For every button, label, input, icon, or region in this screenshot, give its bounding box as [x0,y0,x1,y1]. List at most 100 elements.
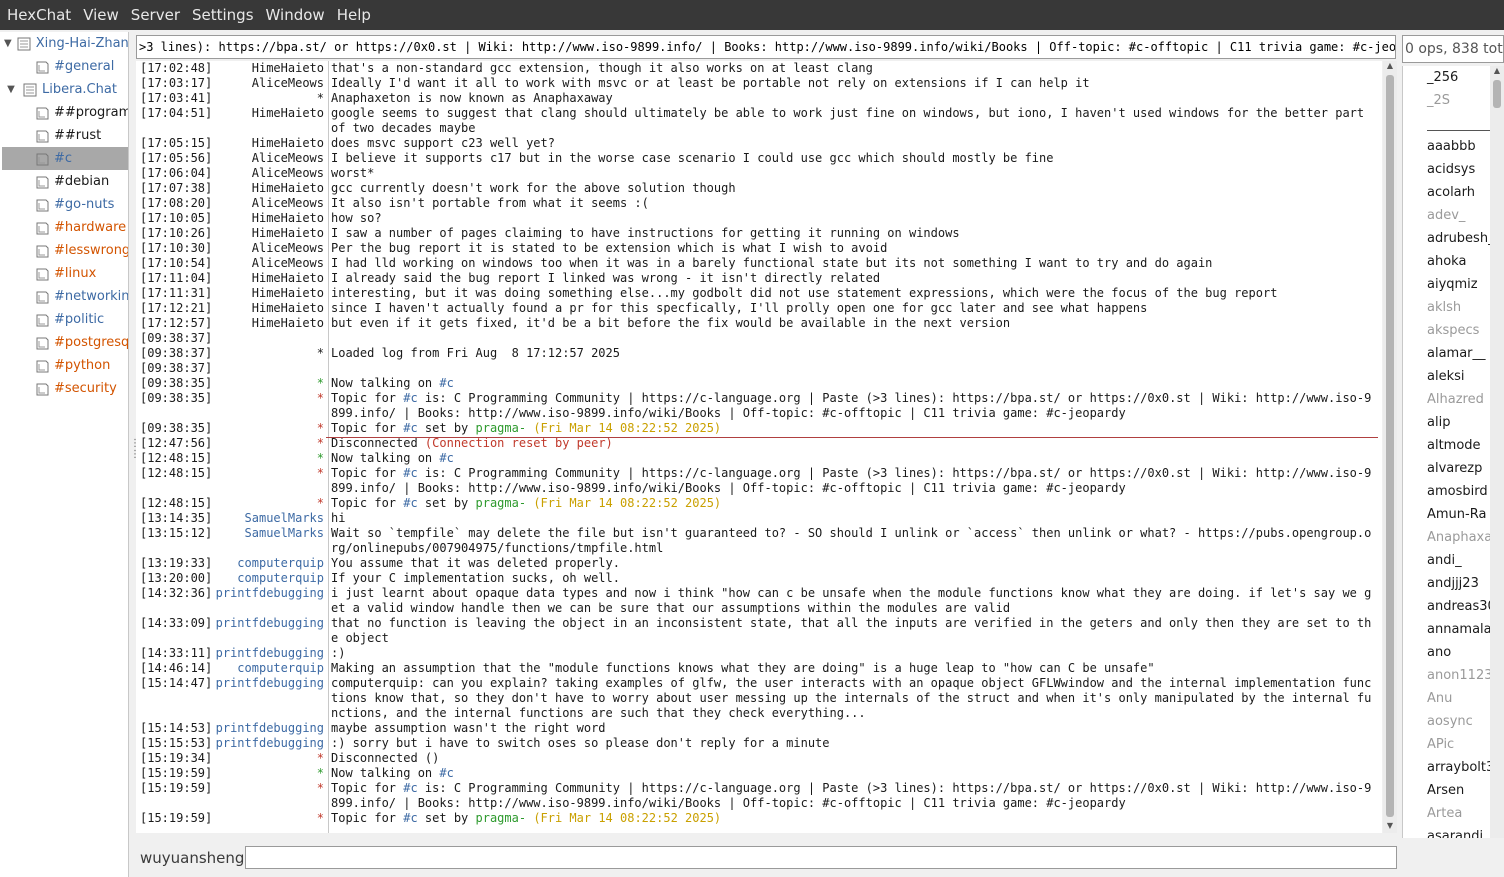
user-list-item[interactable]: acidsys [1427,162,1475,177]
nick-button[interactable]: wuyuansheng [140,849,244,867]
menu-settings[interactable]: Settings [192,6,254,24]
message-nick[interactable]: * [212,496,326,511]
message-nick[interactable]: AliceMeows [212,76,326,91]
channel-item[interactable]: #hardware [2,216,128,239]
user-list-item[interactable]: altmode [1427,438,1481,453]
message-nick[interactable]: printfdebugging [212,616,326,646]
topic-bar[interactable]: >3 lines): https://bpa.st/ or https://0x… [136,35,1396,59]
channel-item[interactable]: #python [2,354,128,377]
message-nick[interactable]: AliceMeows [212,241,326,256]
menu-view[interactable]: View [83,6,119,24]
message-nick[interactable]: SamuelMarks [212,526,326,556]
menu-hexchat[interactable]: HexChat [7,6,71,24]
message-nick[interactable]: HimeHaieto [212,211,326,226]
user-list-item[interactable]: anon1123 [1427,668,1490,683]
menu-help[interactable]: Help [337,6,371,24]
left-pane-handle-icon[interactable]: ⋮ ⋮ [130,438,140,460]
user-list-item[interactable]: akspecs [1427,323,1479,338]
chat-log[interactable]: [17:02:48] HimeHaieto that's a non-standar… [136,61,1382,833]
channel-item[interactable]: #security [2,377,128,400]
message-nick[interactable]: computerquip [212,571,326,586]
message-nick[interactable]: * [212,451,326,466]
message-nick[interactable] [212,361,326,376]
user-list-item[interactable]: arraybolt3 [1427,760,1490,775]
network-item[interactable]: ▼ Xing-Hai-Zhan [2,32,128,55]
message-nick[interactable]: * [212,421,326,436]
message-nick[interactable]: * [212,376,326,391]
channel-item[interactable]: #debian [2,170,128,193]
channel-item[interactable]: ##programming [2,101,128,124]
message-nick[interactable]: HimeHaieto [212,136,326,151]
message-input[interactable] [245,846,1397,869]
expand-arrow-icon[interactable]: ▼ [4,84,18,95]
user-list-item[interactable]: Anu [1427,691,1452,706]
user-list-item[interactable]: alvarezp [1427,461,1482,476]
user-list-item[interactable]: alip [1427,415,1450,430]
user-list-item[interactable]: Alhazred [1427,392,1484,407]
channel-item[interactable]: #linux [2,262,128,285]
channel-item[interactable]: #postgresql [2,331,128,354]
message-nick[interactable]: SamuelMarks [212,511,326,526]
user-list-item[interactable]: annamalai [1427,622,1490,637]
user-list-item[interactable]: andreas303 [1427,599,1490,614]
user-list-item[interactable]: aiyqmiz [1427,277,1478,292]
channel-item[interactable]: #c [2,147,128,170]
message-nick[interactable]: * [212,781,326,811]
message-nick[interactable]: printfdebugging [212,676,326,721]
message-nick[interactable]: AliceMeows [212,151,326,166]
scroll-down-arrow-icon[interactable]: ▼ [1383,821,1397,833]
userlist-scrollbar[interactable]: ▲ ▼ [1490,66,1504,856]
channel-item[interactable]: #lesswrong [2,239,128,262]
user-list-item[interactable]: aleksi [1427,369,1465,384]
network-item[interactable]: ▼ Libera.Chat [2,78,128,101]
user-list-item[interactable]: alamar__ [1427,346,1486,361]
message-nick[interactable]: * [212,766,326,781]
message-nick[interactable]: printfdebugging [212,736,326,751]
message-nick[interactable]: HimeHaieto [212,181,326,196]
user-list-item[interactable]: _256 [1427,70,1458,85]
channel-item[interactable]: ##rust [2,124,128,147]
message-nick[interactable]: * [212,466,326,496]
message-nick[interactable] [212,331,326,346]
user-list[interactable]: _256 _2Saaabbb acidsys acolarh adev_ adrubesh… [1402,66,1490,856]
userlist-scroll-thumb[interactable] [1493,80,1501,108]
channel-item[interactable]: #networking [2,285,128,308]
user-list-item[interactable]: adev_ [1427,208,1465,223]
user-list-item[interactable]: acolarh [1427,185,1475,200]
chat-scrollbar[interactable]: ▲ ▼ [1383,61,1397,833]
message-nick[interactable]: HimeHaieto [212,286,326,301]
message-nick[interactable]: * [212,91,326,106]
user-list-item[interactable]: aaabbb [1427,139,1476,154]
user-list-item[interactable]: aklsh [1427,300,1461,315]
channel-item[interactable]: #go-nuts [2,193,128,216]
user-list-item[interactable]: andjjj23 [1427,576,1479,591]
message-nick[interactable]: * [212,751,326,766]
message-nick[interactable]: HimeHaieto [212,316,326,331]
scroll-up-arrow-icon[interactable]: ▲ [1383,61,1397,73]
message-nick[interactable]: AliceMeows [212,166,326,181]
channel-item[interactable]: #general [2,55,128,78]
scroll-up-arrow-icon[interactable]: ▲ [1490,66,1504,78]
user-list-item[interactable]: _2S [1427,93,1450,108]
message-nick[interactable]: printfdebugging [212,646,326,661]
menu-server[interactable]: Server [131,6,180,24]
message-nick[interactable]: AliceMeows [212,256,326,271]
message-nick[interactable]: HimeHaieto [212,301,326,316]
message-nick[interactable]: printfdebugging [212,721,326,736]
user-list-item[interactable]: amosbird [1427,484,1488,499]
menu-window[interactable]: Window [266,6,325,24]
user-list-item[interactable]: Artea [1427,806,1462,821]
message-nick[interactable]: AliceMeows [212,196,326,211]
message-nick[interactable]: * [212,436,326,451]
message-nick[interactable]: HimeHaieto [212,271,326,286]
message-nick[interactable]: * [212,391,326,421]
user-list-item[interactable]: ahoka [1427,254,1466,269]
message-nick[interactable]: HimeHaieto [212,61,326,76]
user-list-item[interactable]: Arsen [1427,783,1464,798]
message-nick[interactable]: computerquip [212,556,326,571]
message-nick[interactable]: * [212,811,326,826]
chat-scroll-thumb[interactable] [1386,75,1394,817]
user-list-item[interactable]: adrubesh_ [1427,231,1490,246]
message-nick[interactable]: * [212,346,326,361]
channel-item[interactable]: #politic [2,308,128,331]
